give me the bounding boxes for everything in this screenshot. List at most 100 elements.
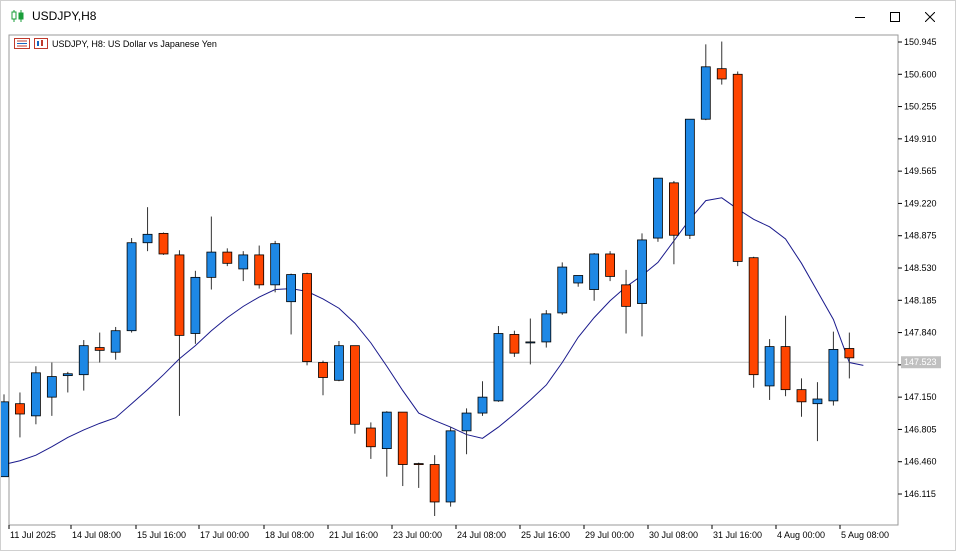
y-tick-label: 147.150 — [904, 392, 937, 402]
current-price-label: 147.523 — [904, 357, 937, 367]
candle — [509, 330, 520, 357]
candle-body — [1, 401, 9, 478]
symbol-list-icon[interactable] — [14, 37, 30, 51]
candle-body — [206, 251, 217, 278]
x-tick-label: 18 Jul 08:00 — [265, 530, 314, 540]
maximize-button[interactable] — [878, 1, 912, 32]
candle — [541, 310, 552, 348]
close-button[interactable] — [913, 1, 947, 32]
candle — [653, 177, 663, 242]
candle — [493, 326, 504, 402]
candle — [605, 251, 615, 282]
x-tick-label: 30 Jul 08:00 — [649, 530, 698, 540]
candle — [270, 240, 281, 293]
candle-body — [477, 396, 488, 414]
candle-body — [349, 345, 360, 425]
y-tick-label: 148.530 — [904, 263, 937, 273]
candle-body — [828, 349, 839, 402]
candle — [748, 256, 759, 388]
candle-body — [732, 73, 743, 262]
price-chart[interactable]: 150.945 150.600 150.255 149.910 149.565 149.2… — [1, 32, 947, 550]
candle-body — [174, 254, 185, 336]
chart-window: USDJPY,H8 150.945 150.600 150.255 149.910 14… — [0, 0, 956, 551]
minimize-button[interactable] — [843, 1, 877, 32]
x-tick-label: 4 Aug 00:00 — [777, 530, 825, 540]
candle-body — [78, 345, 89, 376]
candle-body — [621, 284, 631, 307]
candle — [1, 394, 9, 478]
chart-legend: USDJPY, H8: US Dollar vs Japanese Yen — [14, 37, 217, 51]
x-tick-label: 29 Jul 00:00 — [585, 530, 634, 540]
y-tick-label: 148.875 — [904, 231, 937, 241]
candle-body — [780, 346, 791, 391]
candle-body — [812, 398, 823, 405]
y-tick-label: 148.185 — [904, 295, 937, 305]
candle-body — [238, 254, 249, 270]
y-tick-label: 149.565 — [904, 166, 937, 176]
candle-body — [653, 177, 663, 239]
candle-body — [493, 333, 504, 402]
x-tick-label: 11 Jul 2025 — [10, 530, 56, 540]
candle — [334, 340, 344, 382]
candle-body — [796, 389, 807, 403]
candle-body — [605, 253, 615, 277]
x-tick-label: 31 Jul 16:00 — [713, 530, 762, 540]
candle-body — [190, 276, 201, 334]
candle-body — [94, 347, 105, 351]
x-tick-label: 15 Jul 16:00 — [137, 530, 186, 540]
candle-body — [318, 362, 328, 378]
candle-body — [509, 334, 520, 354]
candle — [732, 71, 743, 267]
x-tick-label: 23 Jul 00:00 — [393, 530, 442, 540]
candle — [158, 232, 169, 255]
candle-body — [126, 242, 137, 332]
candle-body — [525, 341, 536, 344]
y-tick-label: 146.805 — [904, 424, 937, 434]
y-tick-label: 149.220 — [904, 198, 937, 208]
y-tick-label: 146.460 — [904, 457, 937, 467]
candle — [349, 345, 360, 434]
candle-body — [573, 275, 584, 284]
candle-body — [684, 118, 695, 236]
candle-body — [541, 313, 552, 343]
y-tick-label: 146.115 — [904, 489, 936, 499]
legend-text: USDJPY, H8: US Dollar vs Japanese Yen — [52, 39, 217, 49]
candle — [684, 118, 695, 239]
candle — [126, 238, 137, 333]
candle-body — [669, 182, 679, 236]
candle-body — [30, 372, 41, 417]
candle-body — [334, 345, 344, 381]
candle-body — [557, 266, 568, 314]
candle-body — [748, 257, 759, 376]
title-bar: USDJPY,H8 — [1, 1, 955, 32]
candle-body — [844, 348, 855, 359]
candle-body — [110, 330, 121, 353]
chart-properties-icon[interactable] — [34, 37, 48, 51]
y-tick-label: 150.600 — [904, 69, 937, 79]
candle — [190, 270, 201, 344]
candle-body — [142, 233, 153, 244]
candle-body — [445, 430, 456, 503]
candle-body — [589, 253, 600, 290]
y-tick-label: 149.910 — [904, 134, 937, 144]
candle-body — [764, 346, 775, 387]
candle-body — [46, 376, 57, 398]
candle-body — [461, 412, 472, 432]
candle — [557, 262, 568, 315]
candle-body — [397, 411, 408, 465]
x-tick-label: 17 Jul 00:00 — [200, 530, 249, 540]
candle — [302, 272, 312, 366]
x-tick-label: 25 Jul 16:00 — [521, 530, 570, 540]
candle-body — [222, 251, 233, 264]
candle-body — [286, 274, 297, 303]
candle-body — [637, 239, 647, 304]
candle — [445, 427, 456, 507]
candle-body — [254, 254, 265, 286]
candle-body — [158, 232, 169, 255]
candle-body — [413, 463, 424, 465]
candle-body — [700, 66, 711, 120]
minimize-icon — [855, 12, 865, 22]
maximize-icon — [890, 11, 900, 22]
candlestick-chart-icon — [11, 9, 25, 23]
candle-body — [302, 273, 312, 362]
